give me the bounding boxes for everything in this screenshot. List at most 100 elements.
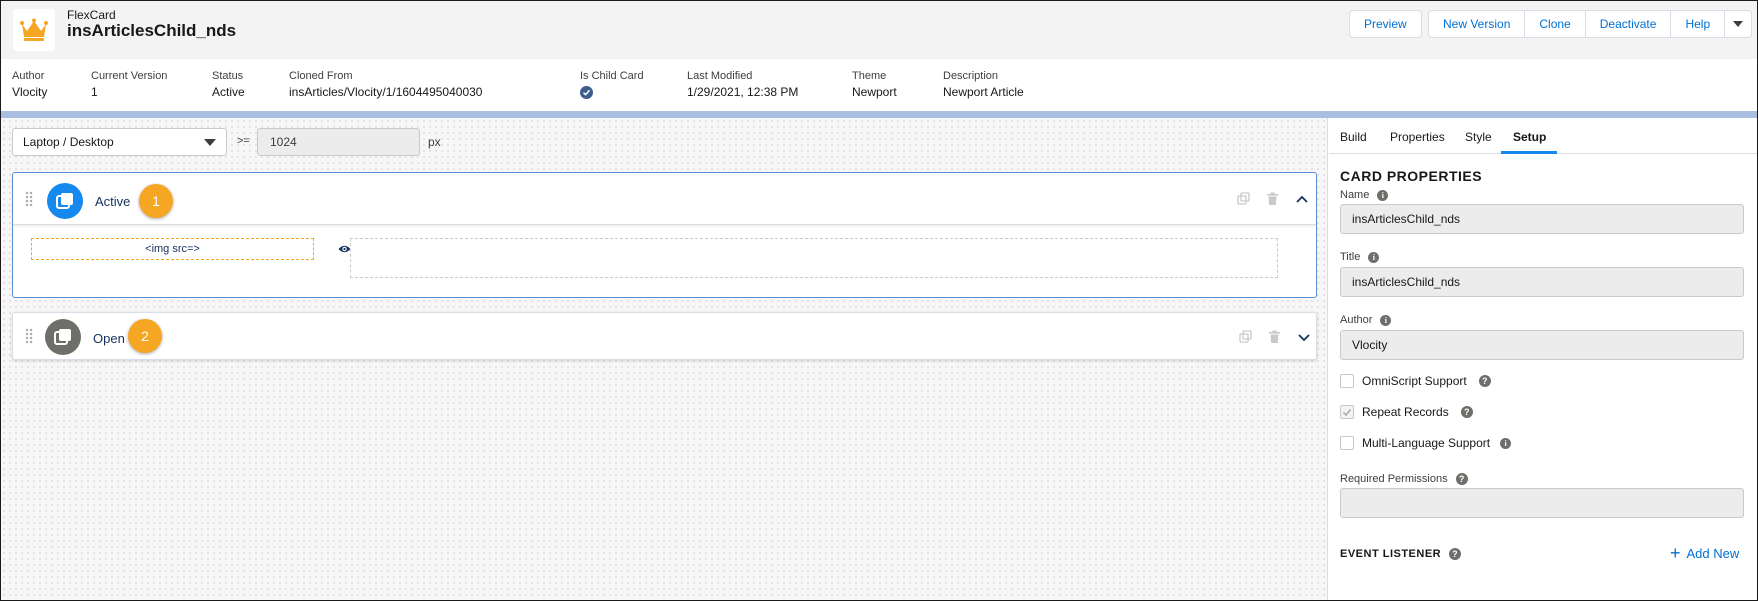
tab-setup[interactable]: Setup bbox=[1513, 130, 1546, 144]
meta-version-label: Current Version bbox=[91, 70, 168, 82]
omniscript-support-checkbox[interactable] bbox=[1340, 374, 1354, 388]
step-badge: 2 bbox=[128, 319, 162, 353]
breakpoint-width-input[interactable] bbox=[257, 128, 420, 156]
drag-handle-icon[interactable] bbox=[25, 191, 33, 207]
state-name-open: Open bbox=[93, 331, 125, 346]
meta-status: Status Active bbox=[212, 69, 245, 100]
new-version-button[interactable]: New Version bbox=[1428, 10, 1526, 38]
help-icon[interactable]: ? bbox=[1478, 375, 1491, 387]
info-icon[interactable]: i bbox=[1368, 251, 1380, 263]
author-label-text: Author bbox=[1340, 314, 1373, 326]
tab-selected-indicator bbox=[1501, 151, 1557, 154]
clone-button[interactable]: Clone bbox=[1524, 10, 1586, 38]
state-card-open[interactable]: Open 2 bbox=[12, 312, 1317, 360]
required-permissions-input[interactable] bbox=[1340, 488, 1744, 518]
author-field-label: Author i bbox=[1340, 314, 1392, 326]
info-icon[interactable]: i bbox=[1500, 437, 1512, 449]
name-label-text: Name bbox=[1340, 189, 1370, 201]
meta-theme-label: Theme bbox=[852, 70, 887, 82]
meta-child-label: Is Child Card bbox=[580, 70, 644, 82]
drag-handle-icon[interactable] bbox=[25, 328, 33, 344]
card-canvas: Laptop / Desktop >= px Active 1 bbox=[1, 118, 1328, 600]
action-button-group: New Version Clone Deactivate Help bbox=[1428, 10, 1753, 38]
drop-zone[interactable] bbox=[350, 238, 1278, 278]
delete-icon[interactable] bbox=[1266, 329, 1282, 345]
meta-theme-value: Newport bbox=[852, 85, 897, 99]
help-button[interactable]: Help bbox=[1670, 10, 1726, 38]
preview-button[interactable]: Preview bbox=[1349, 10, 1422, 38]
chevron-up-icon[interactable] bbox=[1294, 191, 1310, 207]
meta-description-value: Newport Article bbox=[943, 85, 1024, 99]
info-icon[interactable]: i bbox=[1377, 189, 1389, 201]
meta-description-label: Description bbox=[943, 70, 999, 82]
event-listener-heading: EVENT LISTENER ? bbox=[1340, 548, 1462, 560]
state-header-active[interactable]: Active 1 bbox=[13, 173, 1316, 225]
permissions-field-label: Required Permissions ? bbox=[1340, 473, 1468, 485]
meta-author-value: Vlocity bbox=[12, 85, 48, 99]
meta-version: Current Version 1 bbox=[91, 69, 167, 100]
add-new-listener-button[interactable]: + Add New bbox=[1670, 543, 1740, 563]
chevron-down-icon bbox=[1733, 21, 1744, 27]
help-icon[interactable]: ? bbox=[1449, 548, 1462, 560]
meta-cloned-label: Cloned From bbox=[289, 70, 353, 82]
delete-icon[interactable] bbox=[1264, 191, 1280, 207]
repeat-records-checkbox[interactable] bbox=[1340, 405, 1354, 419]
author-input[interactable] bbox=[1340, 330, 1744, 360]
checkmark-icon bbox=[1342, 408, 1352, 416]
state-layers-icon bbox=[45, 319, 81, 355]
name-input[interactable] bbox=[1340, 204, 1744, 234]
breakpoint-unit: px bbox=[428, 135, 441, 149]
decorative-stripe bbox=[1, 111, 1757, 118]
tab-build[interactable]: Build bbox=[1340, 130, 1367, 144]
more-actions-button[interactable] bbox=[1724, 10, 1753, 38]
meta-last-modified: Last Modified 1/29/2021, 12:38 PM bbox=[687, 69, 798, 100]
permissions-label-text: Required Permissions bbox=[1340, 473, 1448, 485]
check-circle-icon bbox=[580, 86, 593, 99]
multi-language-row: Multi-Language Support i bbox=[1340, 436, 1512, 450]
object-type-label: FlexCard bbox=[67, 8, 116, 22]
add-new-label: Add New bbox=[1686, 546, 1740, 561]
record-details-bar: Author Vlocity Current Version 1 Status … bbox=[1, 59, 1757, 111]
meta-status-value: Active bbox=[212, 85, 245, 99]
properties-panel: Build Properties Style Setup CARD PROPER… bbox=[1329, 118, 1757, 600]
plus-icon: + bbox=[1670, 543, 1681, 563]
tab-properties[interactable]: Properties bbox=[1390, 130, 1445, 144]
help-icon[interactable]: ? bbox=[1460, 406, 1473, 418]
duplicate-icon[interactable] bbox=[1236, 191, 1252, 207]
tab-style[interactable]: Style bbox=[1465, 130, 1492, 144]
state-card-active[interactable]: Active 1 <img src=> bbox=[12, 172, 1317, 298]
breakpoint-operator: >= bbox=[237, 135, 250, 147]
deactivate-button[interactable]: Deactivate bbox=[1584, 10, 1672, 38]
meta-cloned-from: Cloned From insArticles/Vlocity/1/160449… bbox=[289, 69, 482, 100]
omniscript-support-row: OmniScript Support ? bbox=[1340, 374, 1491, 388]
state-layers-icon bbox=[47, 183, 83, 219]
title-label-text: Title bbox=[1340, 251, 1361, 263]
card-properties-heading: CARD PROPERTIES bbox=[1340, 168, 1483, 184]
device-select-value: Laptop / Desktop bbox=[23, 135, 114, 149]
crown-icon bbox=[13, 9, 55, 51]
event-listener-title: EVENT LISTENER bbox=[1340, 548, 1442, 560]
device-select[interactable]: Laptop / Desktop bbox=[12, 128, 227, 156]
state-actions bbox=[1226, 329, 1312, 345]
meta-is-child-card: Is Child Card bbox=[580, 69, 644, 100]
help-icon[interactable]: ? bbox=[1455, 473, 1468, 485]
step-badge: 1 bbox=[139, 184, 173, 218]
image-element[interactable]: <img src=> bbox=[31, 238, 314, 260]
duplicate-icon[interactable] bbox=[1238, 329, 1254, 345]
omniscript-support-label: OmniScript Support bbox=[1362, 374, 1467, 388]
title-input[interactable] bbox=[1340, 267, 1744, 297]
title-field-label: Title i bbox=[1340, 251, 1380, 263]
state-header-open[interactable]: Open 2 bbox=[13, 313, 1316, 359]
meta-author: Author Vlocity bbox=[12, 69, 47, 100]
meta-description: Description Newport Article bbox=[943, 69, 1024, 100]
state-actions bbox=[1224, 191, 1310, 207]
meta-modified-value: 1/29/2021, 12:38 PM bbox=[687, 85, 799, 99]
info-icon[interactable]: i bbox=[1380, 314, 1392, 326]
meta-author-label: Author bbox=[12, 70, 45, 82]
repeat-records-row: Repeat Records ? bbox=[1340, 405, 1473, 419]
multi-language-checkbox[interactable] bbox=[1340, 436, 1354, 450]
meta-cloned-value: insArticles/Vlocity/1/1604495040030 bbox=[289, 85, 483, 99]
chevron-down-icon[interactable] bbox=[1296, 329, 1312, 345]
state-name-active: Active bbox=[95, 194, 131, 209]
meta-status-label: Status bbox=[212, 70, 244, 82]
